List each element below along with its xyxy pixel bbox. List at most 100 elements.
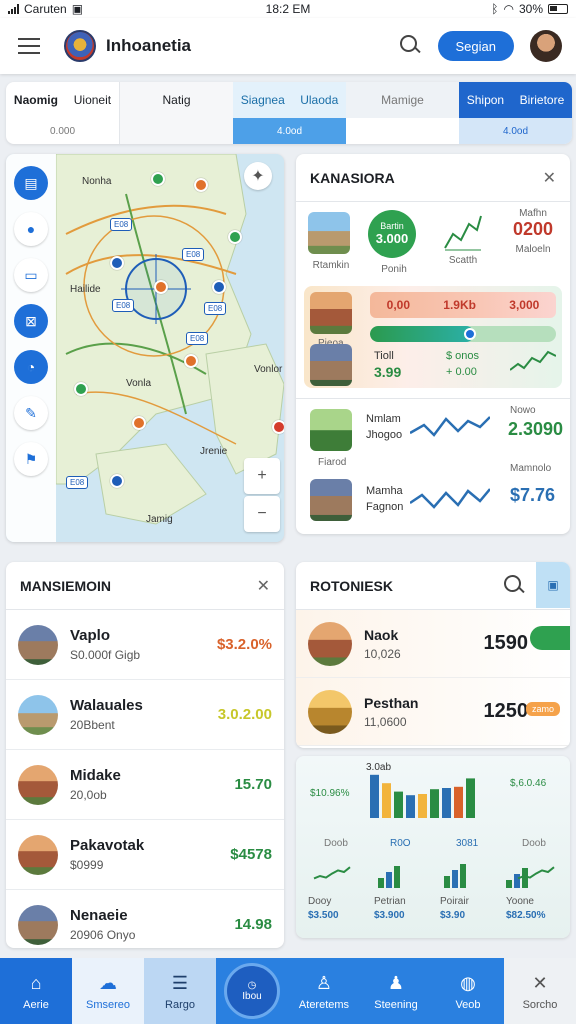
item-value: 14.98 <box>234 916 272 933</box>
list-item[interactable]: Walauales 20Bbent 3.0.2.00 <box>6 680 284 750</box>
notification-icon: ▣ <box>71 2 84 16</box>
list-item[interactable]: Midake 20,0ob 15.70 <box>6 750 284 820</box>
tab-label: Naomig <box>13 93 58 107</box>
status-indicator <box>530 626 570 650</box>
map-marker[interactable] <box>154 280 168 294</box>
search-icon[interactable] <box>502 573 528 599</box>
list-item[interactable]: Pakavotak $0999 $4578 <box>6 820 284 890</box>
map-tag[interactable]: E08 <box>112 299 135 312</box>
footer-value: $3.500 <box>308 910 339 921</box>
chart-bar <box>460 864 466 888</box>
nav-home[interactable]: ⌂ Aerie <box>0 958 72 1024</box>
layers-icon[interactable]: ▤ <box>14 166 48 200</box>
nav-search[interactable]: ☁ Smsereo <box>72 958 144 1024</box>
info-right: $ onos <box>446 350 480 362</box>
chart-bar <box>506 880 512 888</box>
tab-value: 4.0od <box>459 118 572 144</box>
map-marker[interactable] <box>212 280 226 294</box>
tab-value: 0.000 <box>49 125 76 137</box>
chart-bar <box>394 866 400 888</box>
compass-icon[interactable]: ✦ <box>244 162 272 190</box>
edit-icon[interactable]: ✎ <box>14 396 48 430</box>
zoom-out-button[interactable]: − <box>244 496 280 532</box>
nav-list[interactable]: ☰ Rargo <box>144 958 216 1024</box>
tab-1[interactable]: Naomig Uioneit 0.000 <box>6 82 120 144</box>
chart-bar <box>382 783 391 818</box>
item-sub: 10,026 <box>364 646 401 661</box>
stat-pill[interactable]: 0,00 1.9Kb 3,000 <box>370 292 556 318</box>
chart-label: 3.0ab <box>366 762 392 773</box>
chart-bar <box>466 778 475 818</box>
building-thumbnail <box>308 212 350 254</box>
chart-bar <box>418 794 427 818</box>
map-card[interactable]: Nonha Hailide Vonla Vonlor Jrenie Jamig … <box>6 154 284 542</box>
nav-label: Rargo <box>165 999 195 1011</box>
avatar[interactable] <box>530 30 562 62</box>
battery-icon <box>548 4 568 14</box>
chart-bar <box>378 878 384 888</box>
close-icon[interactable]: ✕ <box>257 576 270 596</box>
expand-icon[interactable]: ▣ <box>536 562 570 608</box>
drop-icon[interactable]: ● <box>14 212 48 246</box>
tab-5[interactable]: Shipon Birietore 4.0od <box>459 82 572 144</box>
map-marker[interactable] <box>151 172 165 186</box>
tab-3[interactable]: Siagnea Ulaoda 4.0od <box>233 82 346 144</box>
chart-bar <box>442 788 451 818</box>
flag-icon[interactable]: ⚑ <box>14 442 48 476</box>
tab-label: Natig <box>162 93 191 107</box>
tab-value: 4.0od <box>233 118 346 144</box>
map-marker[interactable] <box>132 416 146 430</box>
chat-icon[interactable]: ◔ <box>14 350 48 384</box>
list-item[interactable]: Pesthan 11,0600 1250 zamo <box>296 678 570 746</box>
tab-2[interactable]: Natig <box>120 82 233 144</box>
map-marker[interactable] <box>110 474 124 488</box>
map-marker[interactable] <box>110 256 124 270</box>
tab-4[interactable]: Mamige <box>346 82 459 144</box>
map-tag[interactable]: E08 <box>110 218 133 231</box>
list-item[interactable]: Nenaeie 20906 Onyo 14.98 <box>6 890 284 948</box>
item-title: Pakavotak <box>70 837 145 854</box>
nav-web[interactable]: ◍ Veob <box>432 958 504 1024</box>
footer-value: $3.90 <box>440 910 466 921</box>
map-marker[interactable] <box>272 420 284 434</box>
list-item[interactable]: Vaplo S0.000f Gigb $3.2.0% <box>6 610 284 680</box>
map-marker[interactable] <box>184 354 198 368</box>
list-icon: ☰ <box>171 972 189 993</box>
building-thumbnail <box>18 834 58 875</box>
card-icon[interactable]: ▭ <box>14 258 48 292</box>
list-item[interactable]: Naok 10,026 1590 <box>296 610 570 678</box>
map-tag[interactable]: E08 <box>204 302 227 315</box>
value-circle[interactable]: Bartin 3.000 <box>368 210 416 258</box>
search-icon[interactable] <box>398 33 424 59</box>
progress-knob[interactable] <box>464 328 477 340</box>
bookmark-icon[interactable]: ⊠ <box>14 304 48 338</box>
item-title: Midake <box>70 767 121 784</box>
sparkline <box>510 350 556 371</box>
map-tag[interactable]: E08 <box>186 332 209 345</box>
progress-bar[interactable] <box>370 326 556 342</box>
map-tag[interactable]: E08 <box>182 248 205 261</box>
close-icon[interactable]: ✕ <box>543 168 556 188</box>
map-marker[interactable] <box>228 230 242 244</box>
nav-center[interactable]: ◷ Ibou <box>216 958 288 1024</box>
nav-alerts[interactable]: ♙ Ateretems <box>288 958 360 1024</box>
nav-steering[interactable]: ♟ Steening <box>360 958 432 1024</box>
map-marker[interactable] <box>74 382 88 396</box>
user-icon: ♟ <box>387 972 405 993</box>
pill-value: 0,00 <box>386 298 410 312</box>
map-label: Vonla <box>126 378 152 389</box>
map-marker[interactable] <box>194 178 208 192</box>
tab-label: Birietore <box>519 93 565 107</box>
zoom-in-button[interactable]: + <box>244 458 280 494</box>
menu-icon[interactable] <box>18 38 40 54</box>
map-tag[interactable]: E08 <box>66 476 89 489</box>
row-title: Mamha <box>366 485 403 497</box>
app-title: Inhoanetia <box>106 36 192 55</box>
building-thumbnail <box>18 624 58 665</box>
pill-value: 1.9Kb <box>443 298 476 312</box>
nav-label: Smsereo <box>85 999 131 1011</box>
star-chart <box>410 488 490 509</box>
progress-fill <box>370 326 477 342</box>
nav-tools[interactable]: ✕ Sorcho <box>504 958 576 1024</box>
sign-in-button[interactable]: Segian <box>437 31 514 61</box>
